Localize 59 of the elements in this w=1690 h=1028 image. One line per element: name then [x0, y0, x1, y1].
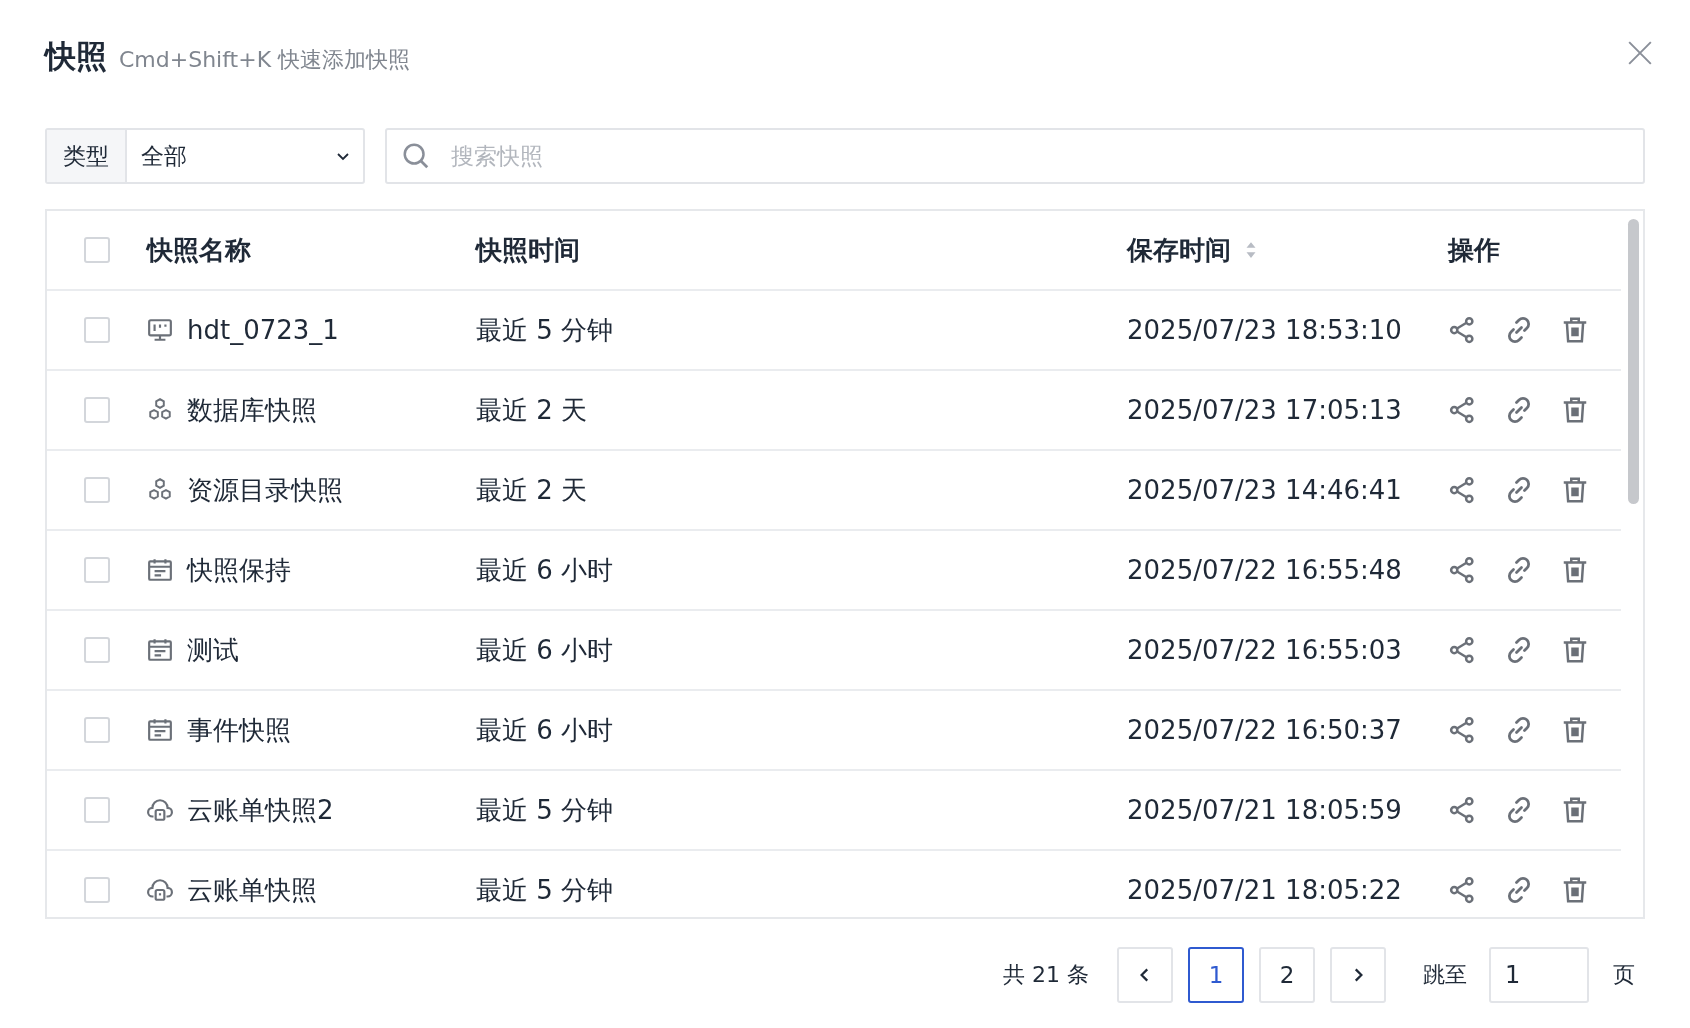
saved-time: 2025/07/23 18:53:10: [1127, 315, 1402, 345]
cloud-icon: [147, 877, 173, 903]
snapshot-name: hdt_0723_1: [187, 315, 339, 345]
saved-time: 2025/07/23 17:05:13: [1127, 395, 1402, 425]
row-checkbox[interactable]: [84, 557, 110, 583]
scrollbar-thumb[interactable]: [1628, 219, 1639, 504]
cloud-icon: [147, 797, 173, 823]
dialog-subtitle: Cmd+Shift+K 快速添加快照: [119, 46, 411, 74]
dialog-title: 快照: [45, 37, 107, 76]
column-header[interactable]: 保存时间: [1127, 232, 1231, 268]
snapshot-name: 快照保持: [187, 553, 291, 587]
total-count: 共 21 条: [1003, 961, 1089, 989]
hexagon-cluster-icon: [147, 397, 173, 423]
column-header: 快照时间: [476, 234, 580, 265]
saved-time: 2025/07/22 16:55:48: [1127, 555, 1402, 585]
calendar-icon: [147, 717, 173, 743]
row-checkbox[interactable]: [84, 797, 110, 823]
calendar-icon: [147, 637, 173, 663]
row-checkbox[interactable]: [84, 877, 110, 903]
saved-time: 2025/07/23 14:46:41: [1127, 475, 1402, 505]
calendar-icon: [147, 557, 173, 583]
row-checkbox[interactable]: [84, 637, 110, 663]
saved-time: 2025/07/21 18:05:22: [1127, 875, 1402, 905]
row-checkbox[interactable]: [84, 717, 110, 743]
monitor-icon: [147, 317, 173, 343]
snapshot-name: 数据库快照: [187, 393, 317, 427]
page-button[interactable]: 1: [1188, 947, 1244, 1003]
select-all-checkbox[interactable]: [84, 237, 110, 263]
snapshot-name: 云账单快照: [187, 873, 317, 907]
row-checkbox[interactable]: [84, 397, 110, 423]
page-unit-label: 页: [1613, 961, 1635, 989]
snapshot-time-range: 最近 6 小时: [476, 714, 614, 745]
snapshot-name: 云账单快照2: [187, 793, 334, 827]
snapshot-time-range: 最近 5 分钟: [476, 794, 614, 825]
saved-time: 2025/07/22 16:55:03: [1127, 635, 1402, 665]
snapshot-time-range: 最近 2 天: [476, 394, 588, 425]
saved-time: 2025/07/21 18:05:59: [1127, 795, 1402, 825]
row-checkbox[interactable]: [84, 317, 110, 343]
close-icon[interactable]: [1627, 40, 1653, 66]
snapshot-time-range: 最近 6 小时: [476, 634, 614, 665]
page-jump-field[interactable]: 1: [1489, 947, 1589, 1003]
type-select[interactable]: 类型 全部: [45, 128, 365, 184]
hexagon-cluster-icon: [147, 477, 173, 503]
jump-label: 跳至: [1423, 961, 1467, 989]
type-label: 类型: [47, 130, 127, 182]
snapshot-name: 资源目录快照: [187, 473, 343, 507]
snapshot-time-range: 最近 2 天: [476, 474, 588, 505]
column-header: 操作: [1448, 234, 1500, 265]
search-icon: [401, 141, 431, 171]
page-button[interactable]: 2: [1259, 947, 1315, 1003]
saved-time: 2025/07/22 16:50:37: [1127, 715, 1402, 745]
snapshot-name: 测试: [187, 633, 239, 667]
search-field[interactable]: 搜索快照: [385, 128, 1645, 184]
snapshot-time-range: 最近 5 分钟: [476, 874, 614, 905]
snapshot-time-range: 最近 5 分钟: [476, 314, 614, 345]
snapshot-name: 事件快照: [187, 713, 291, 747]
column-header: 快照名称: [147, 233, 251, 267]
snapshot-time-range: 最近 6 小时: [476, 554, 614, 585]
row-checkbox[interactable]: [84, 477, 110, 503]
